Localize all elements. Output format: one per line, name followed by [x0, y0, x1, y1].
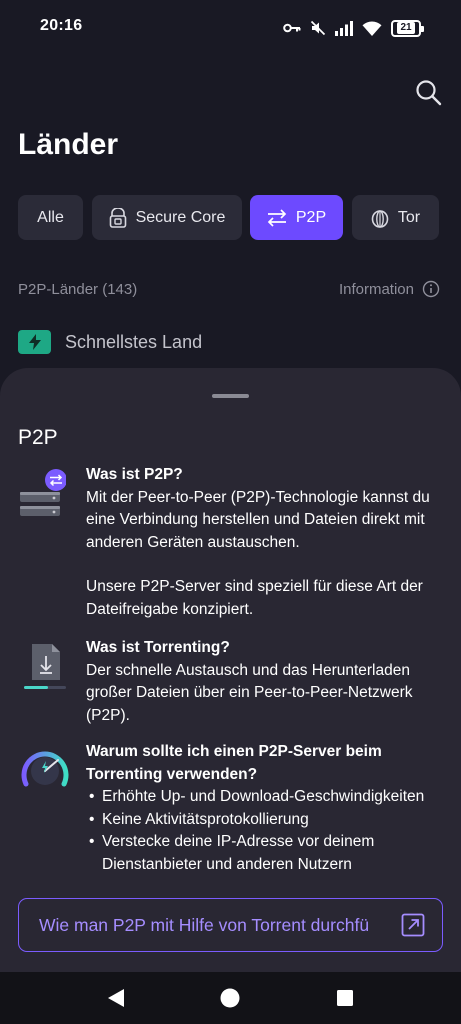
list-item: Erhöhte Up- und Download-Geschwindigkeit… [86, 786, 446, 809]
information-button[interactable]: Information [339, 280, 440, 298]
status-time: 20:16 [40, 17, 83, 34]
signal-icon [335, 20, 353, 36]
filter-chip-p2p[interactable]: P2P [250, 195, 343, 240]
filter-chip-label: P2P [295, 208, 327, 226]
p2p-arrows-icon [267, 208, 287, 227]
fastest-country-label: Schnellstes Land [65, 331, 203, 352]
battery-level: 21 [397, 22, 415, 34]
recents-icon[interactable] [336, 988, 354, 1008]
torrent-guide-button[interactable]: Wie man P2P mit Hilfe von Torrent durchf… [18, 898, 443, 952]
p2p-info-sheet: P2P Was ist P2P? Mit der Peer-to-Peer (P… [0, 368, 461, 972]
filter-chip-secure-core[interactable]: Secure Core [92, 195, 242, 240]
list-item: Keine Aktivitätsprotokollierung [86, 809, 446, 832]
home-icon[interactable] [220, 988, 240, 1008]
external-link-icon [401, 913, 425, 937]
back-icon[interactable] [106, 988, 126, 1008]
filter-chip-label: Alle [37, 208, 64, 226]
benefit-list: Erhöhte Up- und Download-Geschwindigkeit… [86, 786, 446, 876]
speedometer-icon [21, 751, 69, 787]
status-bar: 20:16 21 [0, 0, 461, 56]
battery-icon: 21 [391, 19, 424, 37]
status-icons: 21 [283, 17, 424, 39]
wifi-icon [362, 20, 382, 36]
mute-icon [310, 20, 326, 36]
sheet-title: P2P [18, 426, 58, 449]
tor-onion-icon [371, 209, 389, 228]
section-paragraph: Der schnelle Austausch und das Herunterl… [86, 661, 413, 724]
section-paragraph: Unsere P2P-Server sind speziell für dies… [86, 578, 423, 618]
search-icon[interactable] [414, 78, 444, 108]
fastest-country-row[interactable]: Schnellstes Land [18, 330, 202, 354]
page-title: Länder [18, 128, 119, 161]
section-why-p2p-server: Warum sollte ich einen P2P-Server beim T… [86, 741, 446, 876]
information-label: Information [338, 280, 414, 298]
section-what-is-torrenting: Was ist Torrenting? Der schnelle Austaus… [86, 637, 446, 727]
system-nav-bar [0, 972, 461, 1024]
filter-chip-all[interactable]: Alle [18, 195, 83, 240]
secure-core-icon [109, 207, 126, 228]
p2p-servers-icon [20, 469, 66, 516]
country-count: P2P-Länder (143) [18, 280, 138, 298]
bolt-icon [18, 330, 51, 354]
section-paragraph: Mit der Peer-to-Peer (P2P)-Technologie k… [86, 488, 430, 551]
filter-chip-tor[interactable]: Tor [352, 195, 439, 240]
section-what-is-p2p: Was ist P2P? Mit der Peer-to-Peer (P2P)-… [86, 464, 446, 621]
download-file-icon [24, 644, 66, 689]
section-heading: Warum sollte ich einen P2P-Server beim T… [86, 743, 382, 783]
section-heading: Was ist P2P? [86, 466, 183, 483]
drag-handle[interactable] [212, 394, 249, 398]
key-icon [283, 23, 301, 33]
list-item: Verstecke deine IP-Adresse vor deinem Di… [86, 831, 446, 876]
section-heading: Was ist Torrenting? [86, 639, 230, 656]
filter-chip-label: Secure Core [135, 208, 226, 226]
filter-chip-label: Tor [397, 208, 421, 226]
torrent-guide-label: Wie man P2P mit Hilfe von Torrent durchf… [39, 914, 370, 935]
info-icon [422, 280, 440, 298]
list-header: P2P-Länder (143) Information [18, 280, 440, 298]
